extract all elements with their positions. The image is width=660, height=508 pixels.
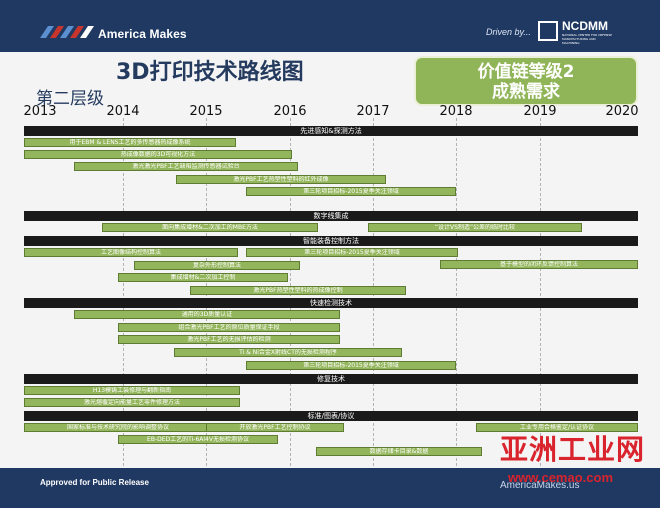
roadmap-bar: 激光PBF工艺的无损评估的检测	[118, 335, 340, 344]
roadmap-bar: 工艺图像结构控制算法	[24, 248, 238, 257]
year-label: 2018	[439, 104, 473, 119]
roadmap-bar: 热成像数据的3D可视化方法	[24, 150, 292, 159]
section-header-standards: 标准/图表/协议	[24, 411, 638, 421]
year-label: 2019	[523, 104, 557, 119]
badge-line2: 成熟需求	[492, 82, 560, 102]
america-makes-logo-icon	[40, 26, 94, 38]
roadmap-bar: 激光PBF工艺热塑性塑料的红外成像	[176, 175, 386, 184]
roadmap-bar: 用于EBM & LENS工艺的多传感器热成像系统	[24, 138, 236, 147]
year-label: 2013	[23, 104, 57, 119]
year-label: 2014	[106, 104, 140, 119]
slide: America Makes Driven by... NCDMM NATIONA…	[0, 0, 660, 508]
roadmap-bar: H13模铸工装修理与翻新指南	[24, 386, 240, 395]
roadmap-bar: 复杂外形控制算法	[134, 261, 300, 270]
america-makes-label: America Makes	[98, 27, 187, 41]
ncdmm-label: NCDMM	[562, 19, 608, 33]
section-header-digital-thread: 数字线集成	[24, 211, 638, 221]
roadmap-bar: EB-DED工艺的Ti-6Al4V无损检测协议	[118, 435, 278, 444]
roadmap-bar: 激光PBF热塑性塑料的热成像控制	[190, 286, 406, 295]
section-header-rapid-inspection: 快速检测技术	[24, 298, 638, 308]
roadmap-bar: 面向集成增材&二次加工的MBE方法	[102, 223, 318, 232]
section-header-repair: 修复技术	[24, 374, 638, 384]
roadmap-bar: 集成增材&二次加工控制	[118, 273, 288, 282]
year-label: 2020	[605, 104, 639, 119]
watermark-url: www.cemao.com	[508, 470, 613, 485]
roadmap-bar: 第三轮项目招标-2015夏季关注领域	[246, 187, 456, 196]
roadmap-bar: 激光激光PBF工艺缺陷监测传感器试验台	[74, 162, 298, 171]
section-header-smart-control: 智能装备控制方法	[24, 236, 638, 246]
year-label: 2017	[356, 104, 390, 119]
roadmap-bar: 国家标准与技术研究院的影响调整协议	[24, 423, 212, 432]
page-title: 3D打印技术路线图	[116, 60, 304, 85]
release-label: Approved for Public Release	[40, 478, 149, 487]
year-axis: 2013 2014 2015 2016 2017 2018 2019 2020	[0, 104, 660, 120]
roadmap-bar: 第三轮项目招标-2015夏季关注领域	[246, 361, 456, 370]
roadmap-bar: 激光熔覆定向能量工艺零件修理方法	[24, 398, 240, 407]
value-chain-badge: 价值链等级2 成熟需求	[414, 56, 638, 106]
section-header-sensing: 先进感知&探测方法	[24, 126, 638, 136]
watermark-chinese: 亚洲工业网	[500, 433, 646, 466]
ncdmm-logo-icon	[538, 21, 558, 41]
roadmap-bar: 开放激光PBF工艺控制协议	[206, 423, 344, 432]
roadmap-bar: 基于模型的闭环反馈控制算法	[440, 260, 638, 269]
roadmap-bar: 通用的3D质量认证	[74, 310, 340, 319]
year-label: 2016	[273, 104, 307, 119]
year-label: 2015	[189, 104, 223, 119]
roadmap-bar: 数据存储卡目录&数据	[316, 447, 482, 456]
roadmap-bar: 组合激光PBF工艺的原位质量保证手段	[118, 323, 340, 332]
top-banner: America Makes Driven by... NCDMM NATIONA…	[0, 0, 660, 52]
roadmap-bar: 第三轮项目招标-2015夏季关注领域	[246, 248, 458, 257]
driven-by-label: Driven by...	[486, 27, 531, 37]
roadmap-bar: Ti & Ni合金X射线CT的无损检测程序	[174, 348, 402, 357]
ncdmm-sublabel: NATIONAL CENTER FOR DEFENSE MANUFACTURIN…	[562, 33, 613, 45]
roadmap-bar: “设计VS制造”公差的临时比较	[368, 223, 582, 232]
badge-line1: 价值链等级2	[477, 62, 575, 82]
